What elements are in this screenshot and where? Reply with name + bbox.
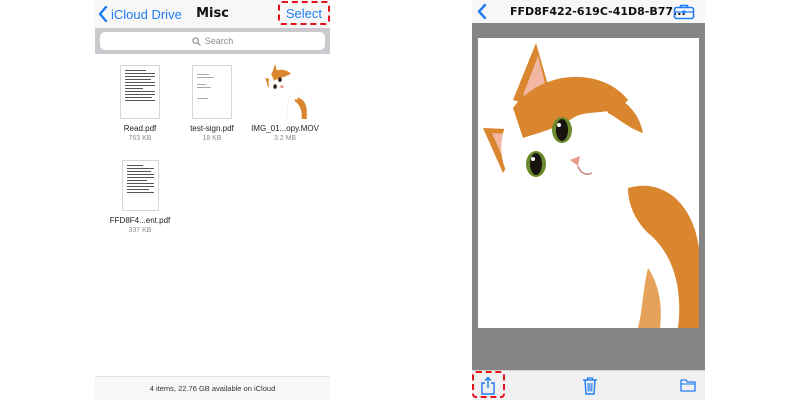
search-icon [192,36,201,46]
storage-status-footer: 4 items, 22.76 GB available on iCloud [95,376,330,400]
file-item[interactable]: FFD8F4...ent.pdf 337 KB [100,160,180,234]
toolbox-button[interactable] [673,3,695,25]
search-input[interactable]: Search [100,32,325,50]
preview-toolbar [472,370,705,400]
document-thumbnail-icon [121,160,159,211]
file-name: test-sign.pdf [190,124,234,133]
file-item[interactable]: test-sign.pdf 18 KB [172,65,252,142]
file-item[interactable]: IMG_01...opy.MOV 3.2 MB [245,62,325,142]
preview-file-title: FFD8F422-619C-41D8-B77... [510,5,686,18]
file-size: 18 KB [202,135,222,142]
share-icon [481,376,495,395]
search-placeholder: Search [204,36,234,46]
blank-document-thumbnail-icon [192,65,232,119]
file-size: 3.2 MB [273,135,297,142]
delete-button[interactable] [582,376,598,400]
file-name: FFD8F4...ent.pdf [109,216,171,225]
share-button[interactable] [480,376,496,400]
trash-icon [583,377,597,395]
file-name: IMG_01...opy.MOV [251,124,319,133]
file-item[interactable]: Read.pdf 763 KB [100,65,180,142]
document-thumbnail-icon [120,65,160,119]
select-button[interactable]: Select [286,6,322,21]
navigation-bar: iCloud Drive Misc Select [95,0,330,28]
back-button-label: iCloud Drive [111,6,182,22]
cat-photo-preview [478,38,699,328]
search-bar-container: Search [95,28,330,54]
file-size: 337 KB [128,227,152,234]
move-to-folder-button[interactable] [680,378,696,397]
file-name: Read.pdf [123,124,157,133]
folder-icon [680,379,696,392]
toolbox-icon [673,4,695,20]
preview-navigation-bar: FFD8F422-619C-41D8-B77... [472,0,705,23]
cat-photo-thumbnail-icon [262,62,308,120]
chevron-left-icon [98,6,108,22]
back-button[interactable]: iCloud Drive [98,5,182,23]
file-preview-screen: FFD8F422-619C-41D8-B77... [472,0,705,400]
back-button[interactable] [476,3,488,25]
chevron-left-icon [477,3,487,20]
file-size: 763 KB [128,135,152,142]
cat-photo-image [483,43,699,328]
icloud-drive-screen: iCloud Drive Misc Select Search Read.pdf… [95,0,330,400]
